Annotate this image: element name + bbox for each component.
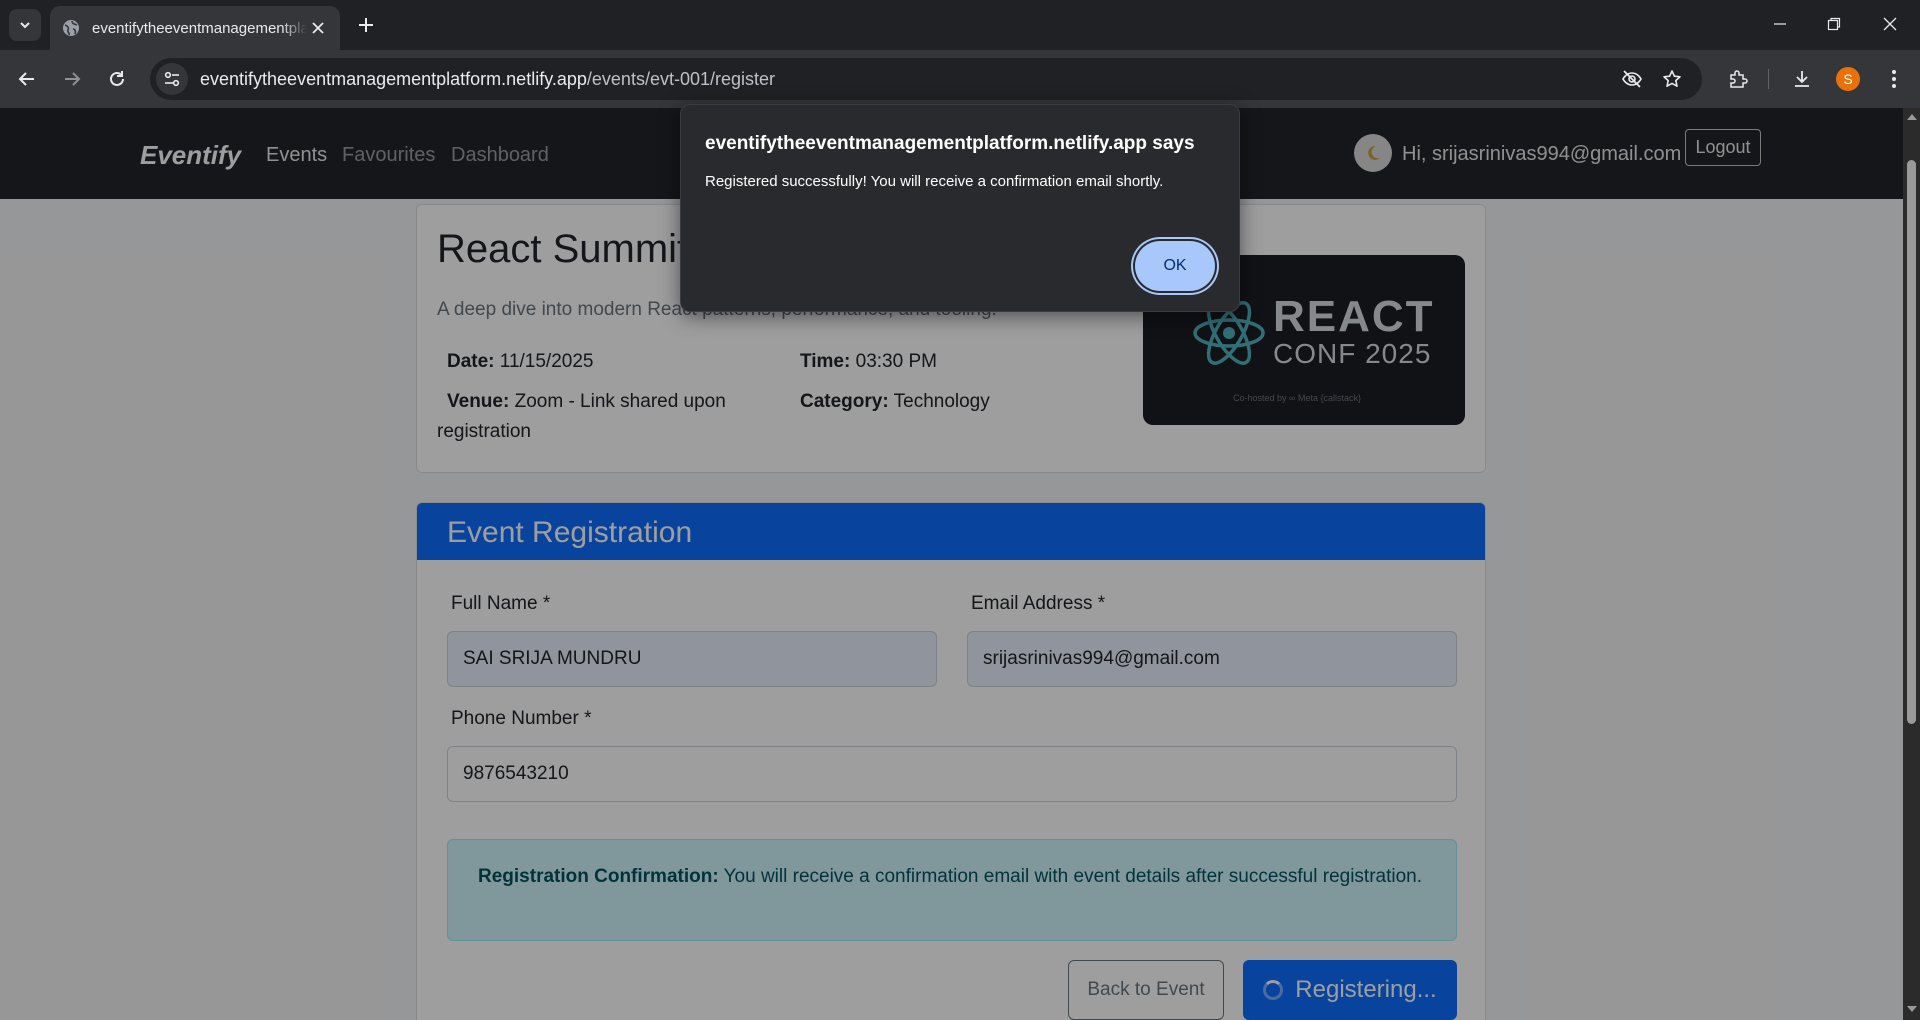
- address-bar[interactable]: eventifytheeventmanagementplatform.netli…: [150, 58, 1702, 100]
- dialog-title: eventifytheeventmanagementplatform.netli…: [705, 133, 1195, 154]
- restore-button[interactable]: [1806, 0, 1862, 48]
- new-tab-button[interactable]: [352, 11, 380, 39]
- tune-icon: [164, 71, 180, 87]
- tab-search-button[interactable]: [9, 9, 41, 41]
- restore-icon: [1827, 17, 1841, 31]
- arrow-right-icon: [65, 72, 81, 86]
- page-scrollbar[interactable]: [1903, 108, 1920, 1020]
- bookmark-star-icon[interactable]: [1656, 63, 1688, 95]
- minimize-icon: [1774, 23, 1786, 25]
- minimize-button[interactable]: [1752, 0, 1808, 48]
- forward-button[interactable]: [56, 63, 88, 95]
- browser-tab[interactable]: eventifytheeventmanagementplatform.netli…: [50, 6, 340, 50]
- globe-icon: [62, 19, 80, 37]
- tab-title: eventifytheeventmanagementplatform.netli…: [92, 19, 307, 37]
- browser-toolbar: eventifytheeventmanagementplatform.netli…: [0, 50, 1920, 108]
- arrow-left-icon: [18, 72, 34, 86]
- plus-icon: [359, 18, 373, 32]
- site-info-button[interactable]: [156, 63, 188, 95]
- dialog-ok-button[interactable]: OK: [1135, 241, 1215, 291]
- url-host: eventifytheeventmanagementplatform.netli…: [200, 68, 587, 89]
- scrollbar-thumb[interactable]: [1907, 160, 1916, 724]
- scroll-up-arrow-icon[interactable]: [1907, 114, 1917, 120]
- download-icon[interactable]: [1786, 63, 1818, 95]
- eye-off-icon[interactable]: [1616, 63, 1648, 95]
- alert-dialog: eventifytheeventmanagementplatform.netli…: [680, 104, 1240, 312]
- toolbar-divider: [1768, 69, 1769, 89]
- reload-icon: [110, 71, 124, 86]
- reload-button[interactable]: [101, 63, 133, 95]
- url-path: /events/evt-001/register: [586, 68, 776, 89]
- url-text[interactable]: eventifytheeventmanagementplatform.netli…: [200, 69, 775, 90]
- back-button[interactable]: [11, 63, 43, 95]
- scroll-down-arrow-icon[interactable]: [1907, 1006, 1917, 1012]
- tab-close-icon[interactable]: [308, 18, 328, 38]
- browser-tab-bar: eventifytheeventmanagementplatform.netli…: [0, 0, 1920, 50]
- extensions-icon[interactable]: [1722, 63, 1754, 95]
- chevron-down-icon: [20, 22, 30, 29]
- more-menu-icon[interactable]: [1878, 63, 1910, 95]
- dialog-message: Registered successfully! You will receiv…: [705, 173, 1164, 190]
- profile-avatar[interactable]: S: [1836, 67, 1860, 91]
- close-window-button[interactable]: [1862, 0, 1918, 48]
- close-icon: [1883, 17, 1897, 31]
